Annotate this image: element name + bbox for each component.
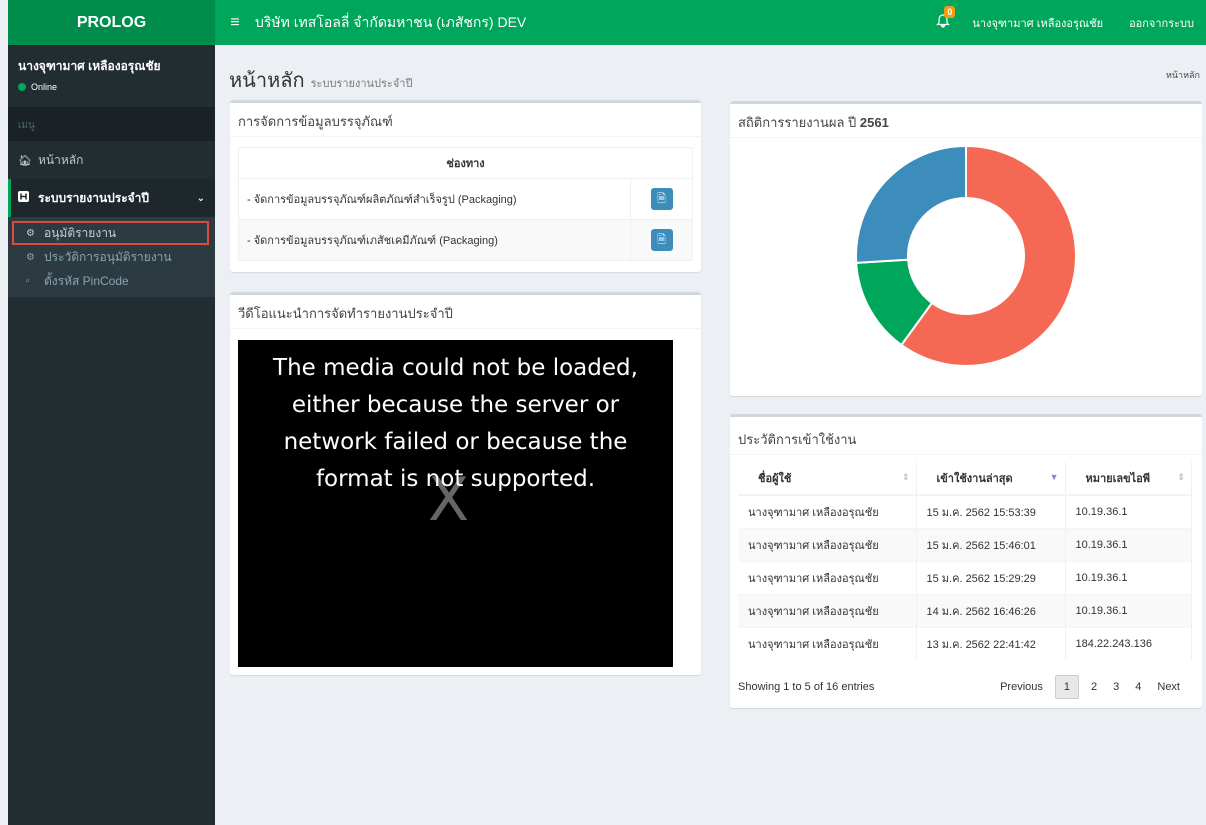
stats-year: 2561 xyxy=(859,115,889,130)
square-icon: ▫ xyxy=(26,275,30,287)
gear-icon: ⚙ xyxy=(26,227,35,239)
col-last-access[interactable]: เข้าใช้งานล่าสุด ▼ xyxy=(916,462,1066,496)
content-header: หน้าหลัก ระบบรายงานประจำปี หน้าหลัก xyxy=(229,64,1206,96)
stats-box: สถิติการรายงานผล ปี 2561 xyxy=(730,101,1202,396)
cell-ip: 10.19.36.1 xyxy=(1065,560,1192,594)
subitem-label: อนุมัติรายงาน xyxy=(44,225,117,240)
cell-username: นางจุฑามาศ เหลืองอรุณชัย xyxy=(738,593,917,627)
cell-username: นางจุฑามาศ เหลืองอรุณชัย xyxy=(738,560,917,594)
cell-ip: 184.22.243.136 xyxy=(1065,626,1192,660)
table-row: นางจุฑามาศ เหลืองอรุณชัย 14 ม.ค. 2562 16:… xyxy=(738,593,1192,627)
logout-link[interactable]: ออกจากระบบ xyxy=(1129,14,1194,32)
cell-username: นางจุฑามาศ เหลืองอรุณชัย xyxy=(738,494,917,528)
subitem-label: ตั้งรหัส PinCode xyxy=(44,273,129,288)
history-table: ชื่อผู้ใช้ ⇕ เข้าใช้งานล่าสุด ▼ หมายเลขไอพ… xyxy=(738,462,1192,660)
online-status: Online xyxy=(18,82,205,92)
sort-icon: ⇕ xyxy=(1177,472,1185,482)
app-logo[interactable]: PROLOG xyxy=(8,0,215,45)
table-row: นางจุฑามาศ เหลืองอรุณชัย 15 ม.ค. 2562 15:… xyxy=(738,560,1192,594)
donut-chart xyxy=(856,146,1076,366)
cell-last-access: 15 ม.ค. 2562 15:53:39 xyxy=(916,494,1066,528)
file-pdf-icon: 🗎 xyxy=(657,192,666,205)
packaging-row-label: - จัดการข้อมูลบรรจุภัณฑ์ผลิตภัณฑ์สำเร็จร… xyxy=(238,178,631,220)
sidebar-item-annual-report[interactable]: ระบบรายงานประจำปี ⌄ xyxy=(8,179,215,217)
cell-ip: 10.19.36.1 xyxy=(1065,527,1192,561)
table-row: นางจุฑามาศ เหลืองอรุณชัย 15 ม.ค. 2562 15:… xyxy=(738,527,1192,561)
col-ip[interactable]: หมายเลขไอพี ⇕ xyxy=(1065,462,1192,496)
packaging-box-title: การจัดการข้อมูลบรรจุภัณฑ์ xyxy=(230,103,701,137)
page-subtitle: ระบบรายงานประจำปี xyxy=(310,78,413,90)
cell-last-access: 13 ม.ค. 2562 22:41:42 xyxy=(916,626,1066,660)
stats-title-prefix: สถิติการรายงานผล ปี xyxy=(738,115,860,130)
gear-icon: ⚙ xyxy=(26,251,35,263)
stats-box-title: สถิติการรายงานผล ปี 2561 xyxy=(730,104,1202,138)
notification-bell-icon[interactable]: 0 xyxy=(928,6,958,31)
video-box-title: วีดีโอแนะนำการจัดทำรายงานประจำปี xyxy=(230,295,701,329)
table-row: - จัดการข้อมูลบรรจุภัณฑ์ผลิตภัณฑ์สำเร็จร… xyxy=(238,178,693,220)
col-username[interactable]: ชื่อผู้ใช้ ⇕ xyxy=(738,462,917,496)
pager-previous[interactable]: Previous xyxy=(992,676,1051,698)
cell-last-access: 14 ม.ค. 2562 16:46:26 xyxy=(916,593,1066,627)
cell-last-access: 15 ม.ค. 2562 15:29:29 xyxy=(916,560,1066,594)
sort-desc-icon: ▼ xyxy=(1049,472,1059,482)
sidebar-user-name: นางจุฑามาศ เหลืองอรุณชัย xyxy=(18,59,161,73)
donut-slice-2[interactable] xyxy=(856,146,967,264)
pager-page-2[interactable]: 2 xyxy=(1083,676,1105,698)
table-row: นางจุฑามาศ เหลืองอรุณชัย 15 ม.ค. 2562 15:… xyxy=(738,494,1192,528)
cell-ip: 10.19.36.1 xyxy=(1065,494,1192,528)
pager-page-1[interactable]: 1 xyxy=(1054,675,1079,699)
packaging-box: การจัดการข้อมูลบรรจุภัณฑ์ ช่องทาง - จัดก… xyxy=(230,100,701,272)
media-error-message: The media could not be loaded, either be… xyxy=(273,355,638,492)
pdf-button[interactable]: 🗎 xyxy=(650,188,673,210)
cell-username: นางจุฑามาศ เหลืองอรุณชัย xyxy=(738,626,917,660)
top-navbar: ≡ บริษัท เทสโอลลี่ จำกัดมหาชน (เภสัชกร) … xyxy=(215,0,1206,45)
channel-column-header: ช่องทาง xyxy=(238,147,693,179)
file-pdf-icon: 🗎 xyxy=(657,233,666,246)
history-box-title: ประวัติการเข้าใช้งาน xyxy=(730,417,1202,455)
sidebar: นางจุฑามาศ เหลืองอรุณชัย Online เมนู 🏠︎ … xyxy=(8,45,215,825)
cell-last-access: 15 ม.ค. 2562 15:46:01 xyxy=(916,527,1066,561)
sidebar-subitem-approve-report[interactable]: ⚙ อนุมัติรายงาน xyxy=(12,221,209,245)
history-table-header: ชื่อผู้ใช้ ⇕ เข้าใช้งานล่าสุด ▼ หมายเลขไอพ… xyxy=(738,462,1192,496)
pager-page-4[interactable]: 4 xyxy=(1127,676,1149,698)
packaging-row-label: - จัดการข้อมูลบรรจุภัณฑ์เภสัชเคมีภัณฑ์ (… xyxy=(238,219,631,261)
home-icon: 🏠︎ xyxy=(18,154,32,167)
navbar-right: 0 นางจุฑามาศ เหลืองอรุณชัย ออกจากระบบ xyxy=(928,0,1206,45)
sidebar-item-home[interactable]: 🏠︎ หน้าหลัก xyxy=(8,141,215,179)
pdf-button[interactable]: 🗎 xyxy=(650,229,673,251)
submenu: ⚙ อนุมัติรายงาน ⚙ ประวัติการอนุมัติรายงา… xyxy=(8,217,215,297)
cell-username: นางจุฑามาศ เหลืองอรุณชัย xyxy=(738,527,917,561)
video-box: วีดีโอแนะนำการจัดทำรายงานประจำปี The med… xyxy=(230,292,701,675)
table-row: นางจุฑามาศ เหลืองอรุณชัย 13 ม.ค. 2562 22:… xyxy=(738,626,1192,660)
history-box: ประวัติการเข้าใช้งาน ชื่อผู้ใช้ ⇕ เข้าใช้… xyxy=(730,414,1202,708)
video-player[interactable]: The media could not be loaded, either be… xyxy=(238,340,673,667)
table-row: - จัดการข้อมูลบรรจุภัณฑ์เภสัชเคมีภัณฑ์ (… xyxy=(238,219,693,261)
breadcrumb[interactable]: หน้าหลัก xyxy=(1166,68,1200,82)
pagination: Previous 1 2 3 4 Next xyxy=(992,675,1188,699)
sidebar-item-label: ระบบรายงานประจำปี xyxy=(38,190,150,205)
company-name: บริษัท เทสโอลลี่ จำกัดมหาชน (เภสัชกร) DE… xyxy=(255,13,527,30)
table-info: Showing 1 to 5 of 16 entries xyxy=(738,681,875,693)
sidebar-subitem-pincode[interactable]: ▫ ตั้งรหัส PinCode xyxy=(8,269,215,293)
h-square-icon xyxy=(18,191,38,205)
cell-ip: 10.19.36.1 xyxy=(1065,593,1192,627)
top-user-menu[interactable]: นางจุฑามาศ เหลืองอรุณชัย xyxy=(972,14,1103,32)
notification-badge: 0 xyxy=(944,6,956,18)
online-dot-icon xyxy=(18,83,26,91)
menu-header: เมนู xyxy=(8,107,215,141)
pager-page-3[interactable]: 3 xyxy=(1105,676,1127,698)
packaging-table: ช่องทาง - จัดการข้อมูลบรรจุภัณฑ์ผลิตภัณฑ… xyxy=(238,147,693,261)
page-title: หน้าหลัก xyxy=(229,70,305,92)
user-panel: นางจุฑามาศ เหลืองอรุณชัย Online xyxy=(8,45,215,107)
subitem-label: ประวัติการอนุมัติรายงาน xyxy=(44,249,172,264)
status-label: Online xyxy=(31,82,58,92)
menu-toggle-icon[interactable]: ≡ xyxy=(215,14,255,32)
sort-icon: ⇕ xyxy=(901,472,910,482)
sidebar-subitem-approval-history[interactable]: ⚙ ประวัติการอนุมัติรายงาน xyxy=(8,245,215,269)
chevron-down-icon: ⌄ xyxy=(196,192,205,204)
pager-next[interactable]: Next xyxy=(1149,676,1188,698)
sidebar-item-label: หน้าหลัก xyxy=(38,152,84,167)
